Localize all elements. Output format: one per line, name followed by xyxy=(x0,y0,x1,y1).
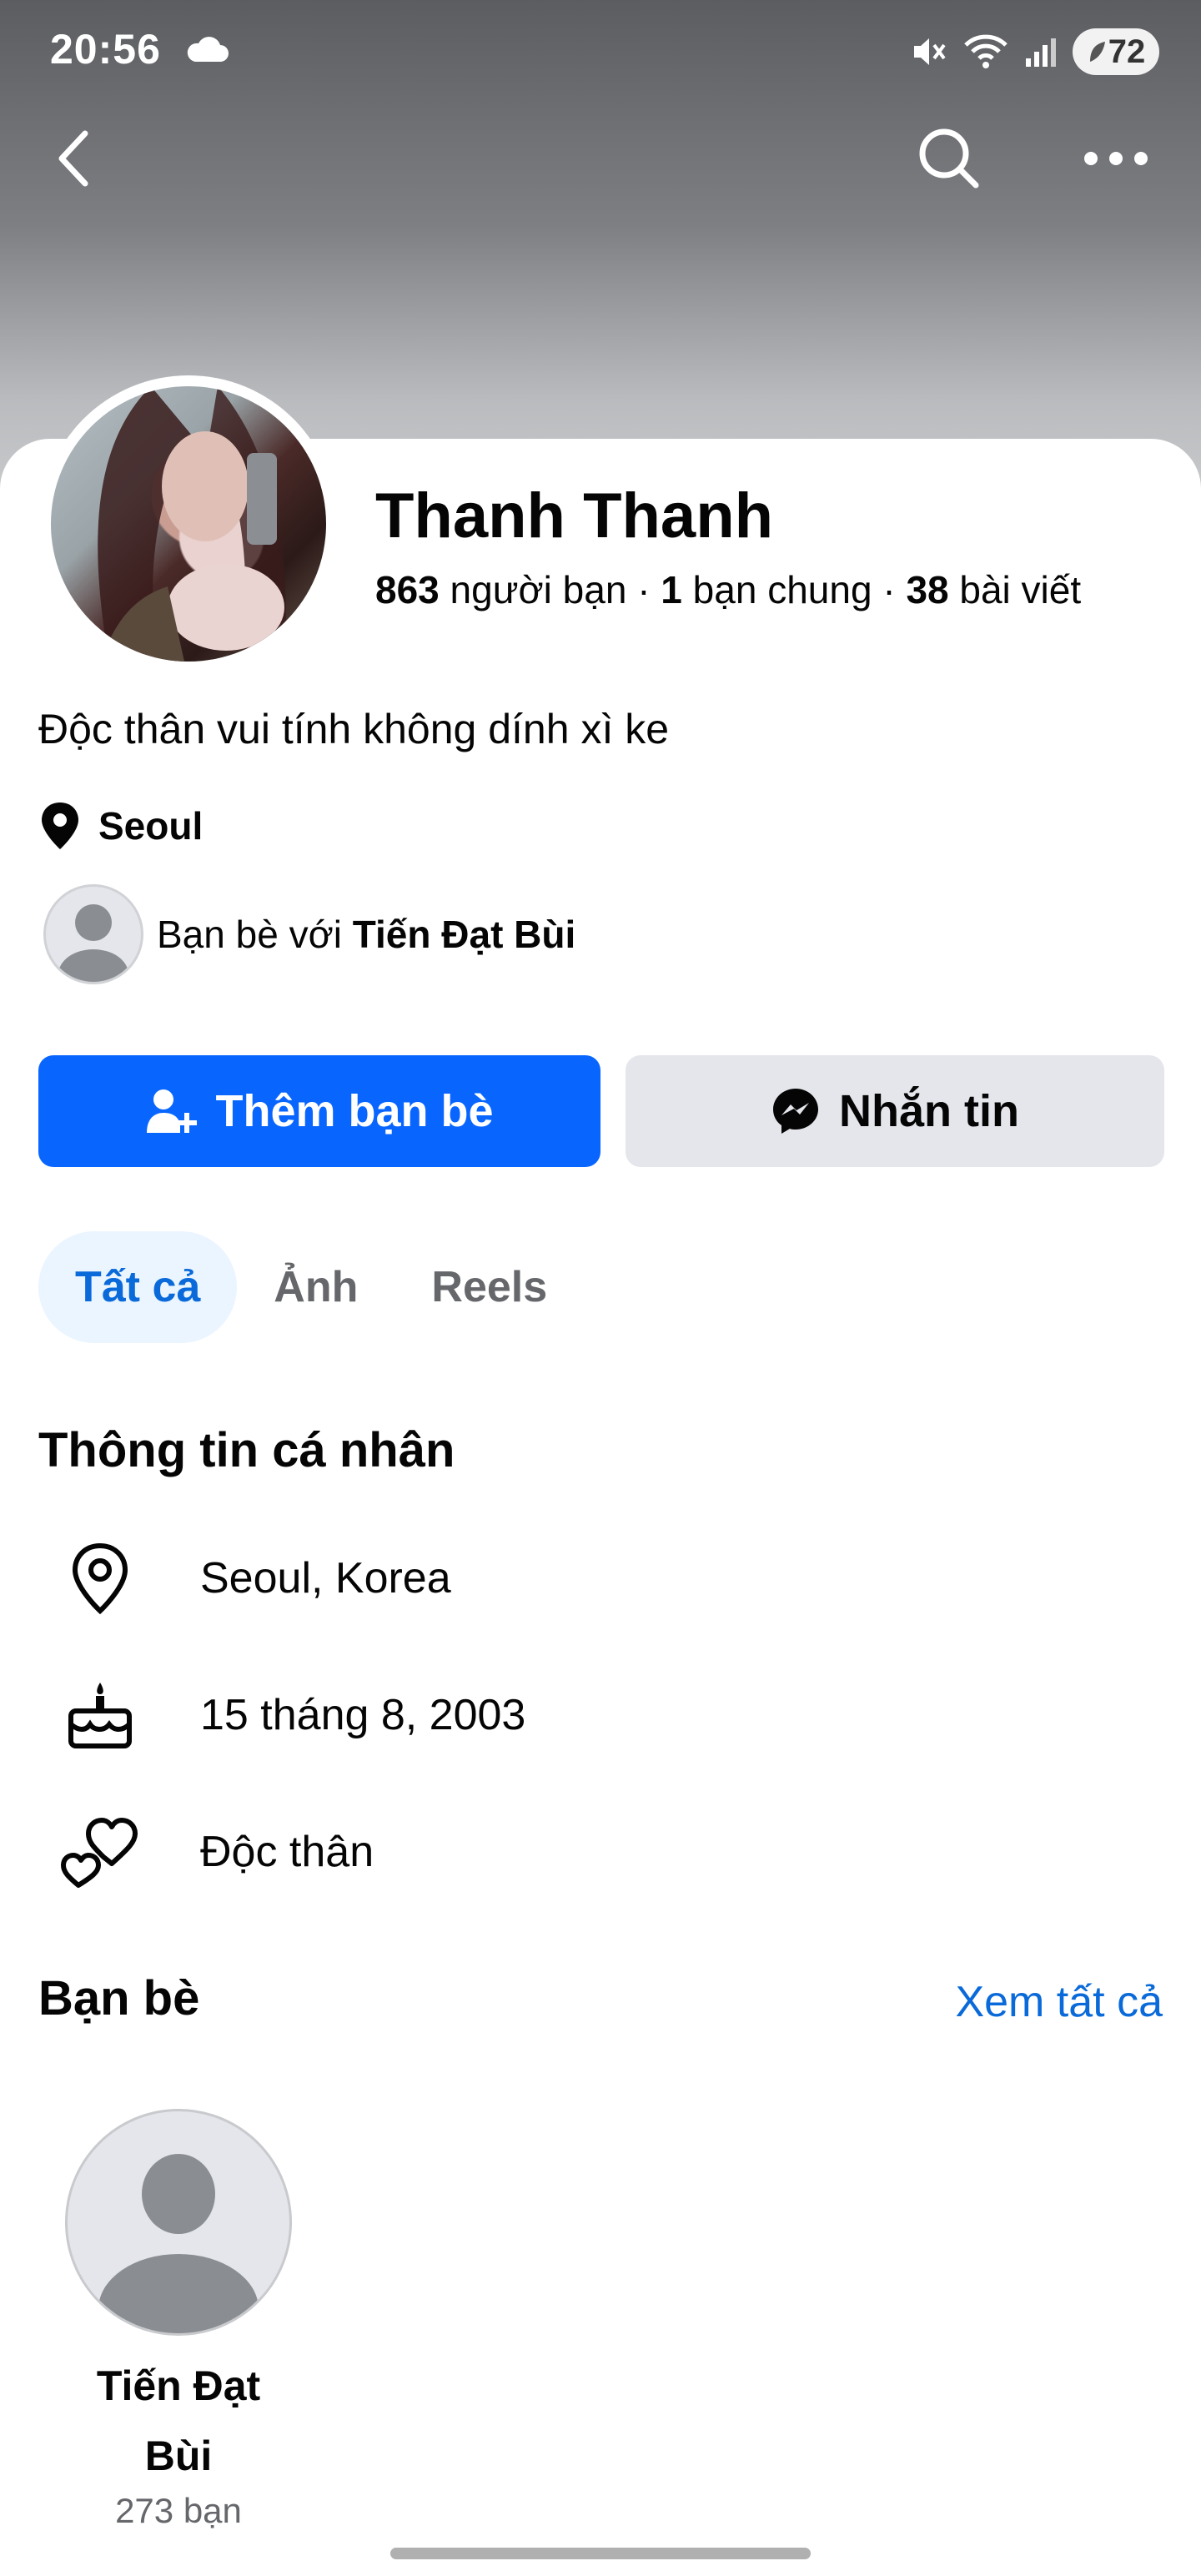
birthday-cake-icon xyxy=(68,1683,132,1748)
battery-level: 72 xyxy=(1108,33,1146,70)
posts-label: bài viết xyxy=(959,568,1082,611)
tab-all[interactable]: Tất cả xyxy=(38,1231,238,1343)
relationship-hearts-icon xyxy=(61,1818,138,1888)
battery-indicator: 72 xyxy=(1073,28,1159,75)
about-birthday-text: 15 tháng 8, 2003 xyxy=(200,1691,526,1739)
signal-icon xyxy=(1026,38,1056,67)
chevron-left-icon xyxy=(58,130,88,187)
about-section-title: Thông tin cá nhân xyxy=(38,1423,455,1477)
mutual-friend-row[interactable]: Bạn bè với Tiến Đạt Bùi xyxy=(43,884,575,984)
profile-tabs: Tất cả Ảnh Reels xyxy=(38,1231,584,1343)
about-location-text: Seoul, Korea xyxy=(200,1554,451,1602)
location-text: Seoul xyxy=(98,804,204,848)
wifi-icon xyxy=(964,34,1008,68)
friend-mutual-count: 273 bạn xyxy=(115,2491,242,2530)
tab-photos[interactable]: Ảnh xyxy=(237,1231,394,1343)
see-all-friends-link[interactable]: Xem tất cả xyxy=(955,1977,1163,2027)
posts-count: 38 xyxy=(906,568,949,611)
about-location-row: Seoul, Korea xyxy=(58,1537,451,1620)
status-bar: 20:56 72 xyxy=(0,0,1201,100)
mutual-friend-text: Bạn bè với Tiến Đạt Bùi xyxy=(157,912,575,957)
friend-avatar[interactable] xyxy=(65,2109,292,2336)
default-avatar-icon xyxy=(58,904,128,982)
back-button[interactable] xyxy=(32,117,115,200)
friend-name[interactable]: Tiến Đạt Bùi xyxy=(65,2351,292,2491)
profile-stats: 863 người bạn · 1 bạn chung · 38 bài viế… xyxy=(375,567,1081,612)
default-avatar-icon xyxy=(98,2154,259,2333)
search-icon xyxy=(919,128,979,189)
mutual-prefix: Bạn bè với xyxy=(157,913,342,956)
message-button[interactable]: Nhắn tin xyxy=(626,1055,1164,1167)
friends-count: 863 xyxy=(375,568,440,611)
tab-reels[interactable]: Reels xyxy=(394,1231,584,1343)
location-pin-icon xyxy=(72,1542,128,1614)
home-indicator[interactable] xyxy=(390,2548,811,2559)
top-navigation xyxy=(0,117,1201,200)
status-time: 20:56 xyxy=(50,26,161,73)
add-person-icon xyxy=(147,1089,198,1133)
profile-name: Thanh Thanh xyxy=(375,480,774,551)
cloud-icon xyxy=(187,37,229,62)
mutual-count: 1 xyxy=(661,568,682,611)
mutual-friend-avatar xyxy=(43,884,143,984)
person-photo-silhouette xyxy=(98,386,286,662)
profile-photo xyxy=(51,386,326,662)
stats-separator: · xyxy=(882,568,907,611)
more-dots-icon xyxy=(1084,152,1148,165)
add-friend-label: Thêm bạn bè xyxy=(215,1086,494,1136)
message-label: Nhắn tin xyxy=(839,1086,1019,1136)
leaf-icon xyxy=(1089,42,1105,62)
mutual-friend-name[interactable]: Tiến Đạt Bùi xyxy=(353,913,576,956)
mute-icon xyxy=(914,38,946,65)
about-relationship-row: Độc thân xyxy=(58,1810,374,1894)
search-button[interactable] xyxy=(907,117,991,200)
about-birthday-row: 15 tháng 8, 2003 xyxy=(58,1673,525,1757)
profile-bio: Độc thân vui tính không dính xì ke xyxy=(38,706,670,752)
location-row: Seoul xyxy=(38,801,203,851)
profile-picture[interactable] xyxy=(40,375,337,672)
add-friend-button[interactable]: Thêm bạn bè xyxy=(38,1055,600,1167)
friends-section-title: Bạn bè xyxy=(38,1971,200,2025)
about-relationship-text: Độc thân xyxy=(200,1828,374,1876)
more-options-button[interactable] xyxy=(1074,117,1158,200)
mutual-label[interactable]: bạn chung xyxy=(693,568,872,611)
friends-label[interactable]: người bạn xyxy=(450,568,627,611)
stats-separator: · xyxy=(637,568,661,611)
messenger-icon xyxy=(773,1089,818,1134)
location-pin-icon xyxy=(42,802,78,849)
friend-card[interactable]: Tiến Đạt Bùi 273 bạn xyxy=(65,2109,292,2531)
